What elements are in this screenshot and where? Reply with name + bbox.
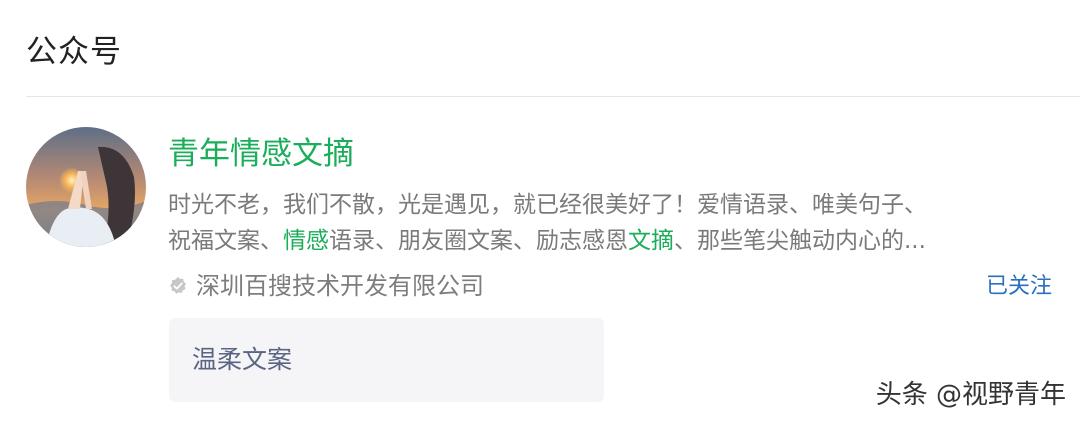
article-title[interactable]: 温柔文案 bbox=[192, 340, 292, 380]
account-description: 时光不老，我们不散，光是遇见，就已经很美好了！爱情语录、唯美句子、 祝福文案、情… bbox=[168, 187, 1048, 259]
article-card[interactable]: 温柔文案 bbox=[169, 318, 604, 402]
follow-status-button[interactable]: 已关注 bbox=[986, 269, 1052, 305]
watermark: 头条 @视野青年 bbox=[875, 380, 1066, 410]
description-text: 、那些笔尖触动内心的... bbox=[674, 228, 926, 254]
description-line-2: 祝福文案、情感语录、朋友圈文案、励志感恩文摘、那些笔尖触动内心的... bbox=[168, 223, 1048, 259]
company-name: 深圳百搜技术开发有限公司 bbox=[196, 272, 484, 300]
description-text: 语录、朋友圈文案、励志感恩 bbox=[329, 228, 628, 254]
keyword-highlight: 文摘 bbox=[628, 228, 674, 254]
description-line-1: 时光不老，我们不散，光是遇见，就已经很美好了！爱情语录、唯美句子、 bbox=[168, 192, 927, 218]
avatar-image bbox=[26, 127, 146, 247]
keyword-highlight: 情感 bbox=[283, 228, 329, 254]
section-title: 公众号 bbox=[26, 34, 122, 70]
account-avatar[interactable] bbox=[26, 127, 146, 247]
description-text: 祝福文案、 bbox=[168, 228, 283, 254]
verified-badge-icon bbox=[168, 276, 188, 296]
company-verification: 深圳百搜技术开发有限公司 bbox=[168, 266, 484, 306]
divider bbox=[26, 96, 1080, 97]
account-name[interactable]: 青年情感文摘 bbox=[168, 133, 354, 175]
